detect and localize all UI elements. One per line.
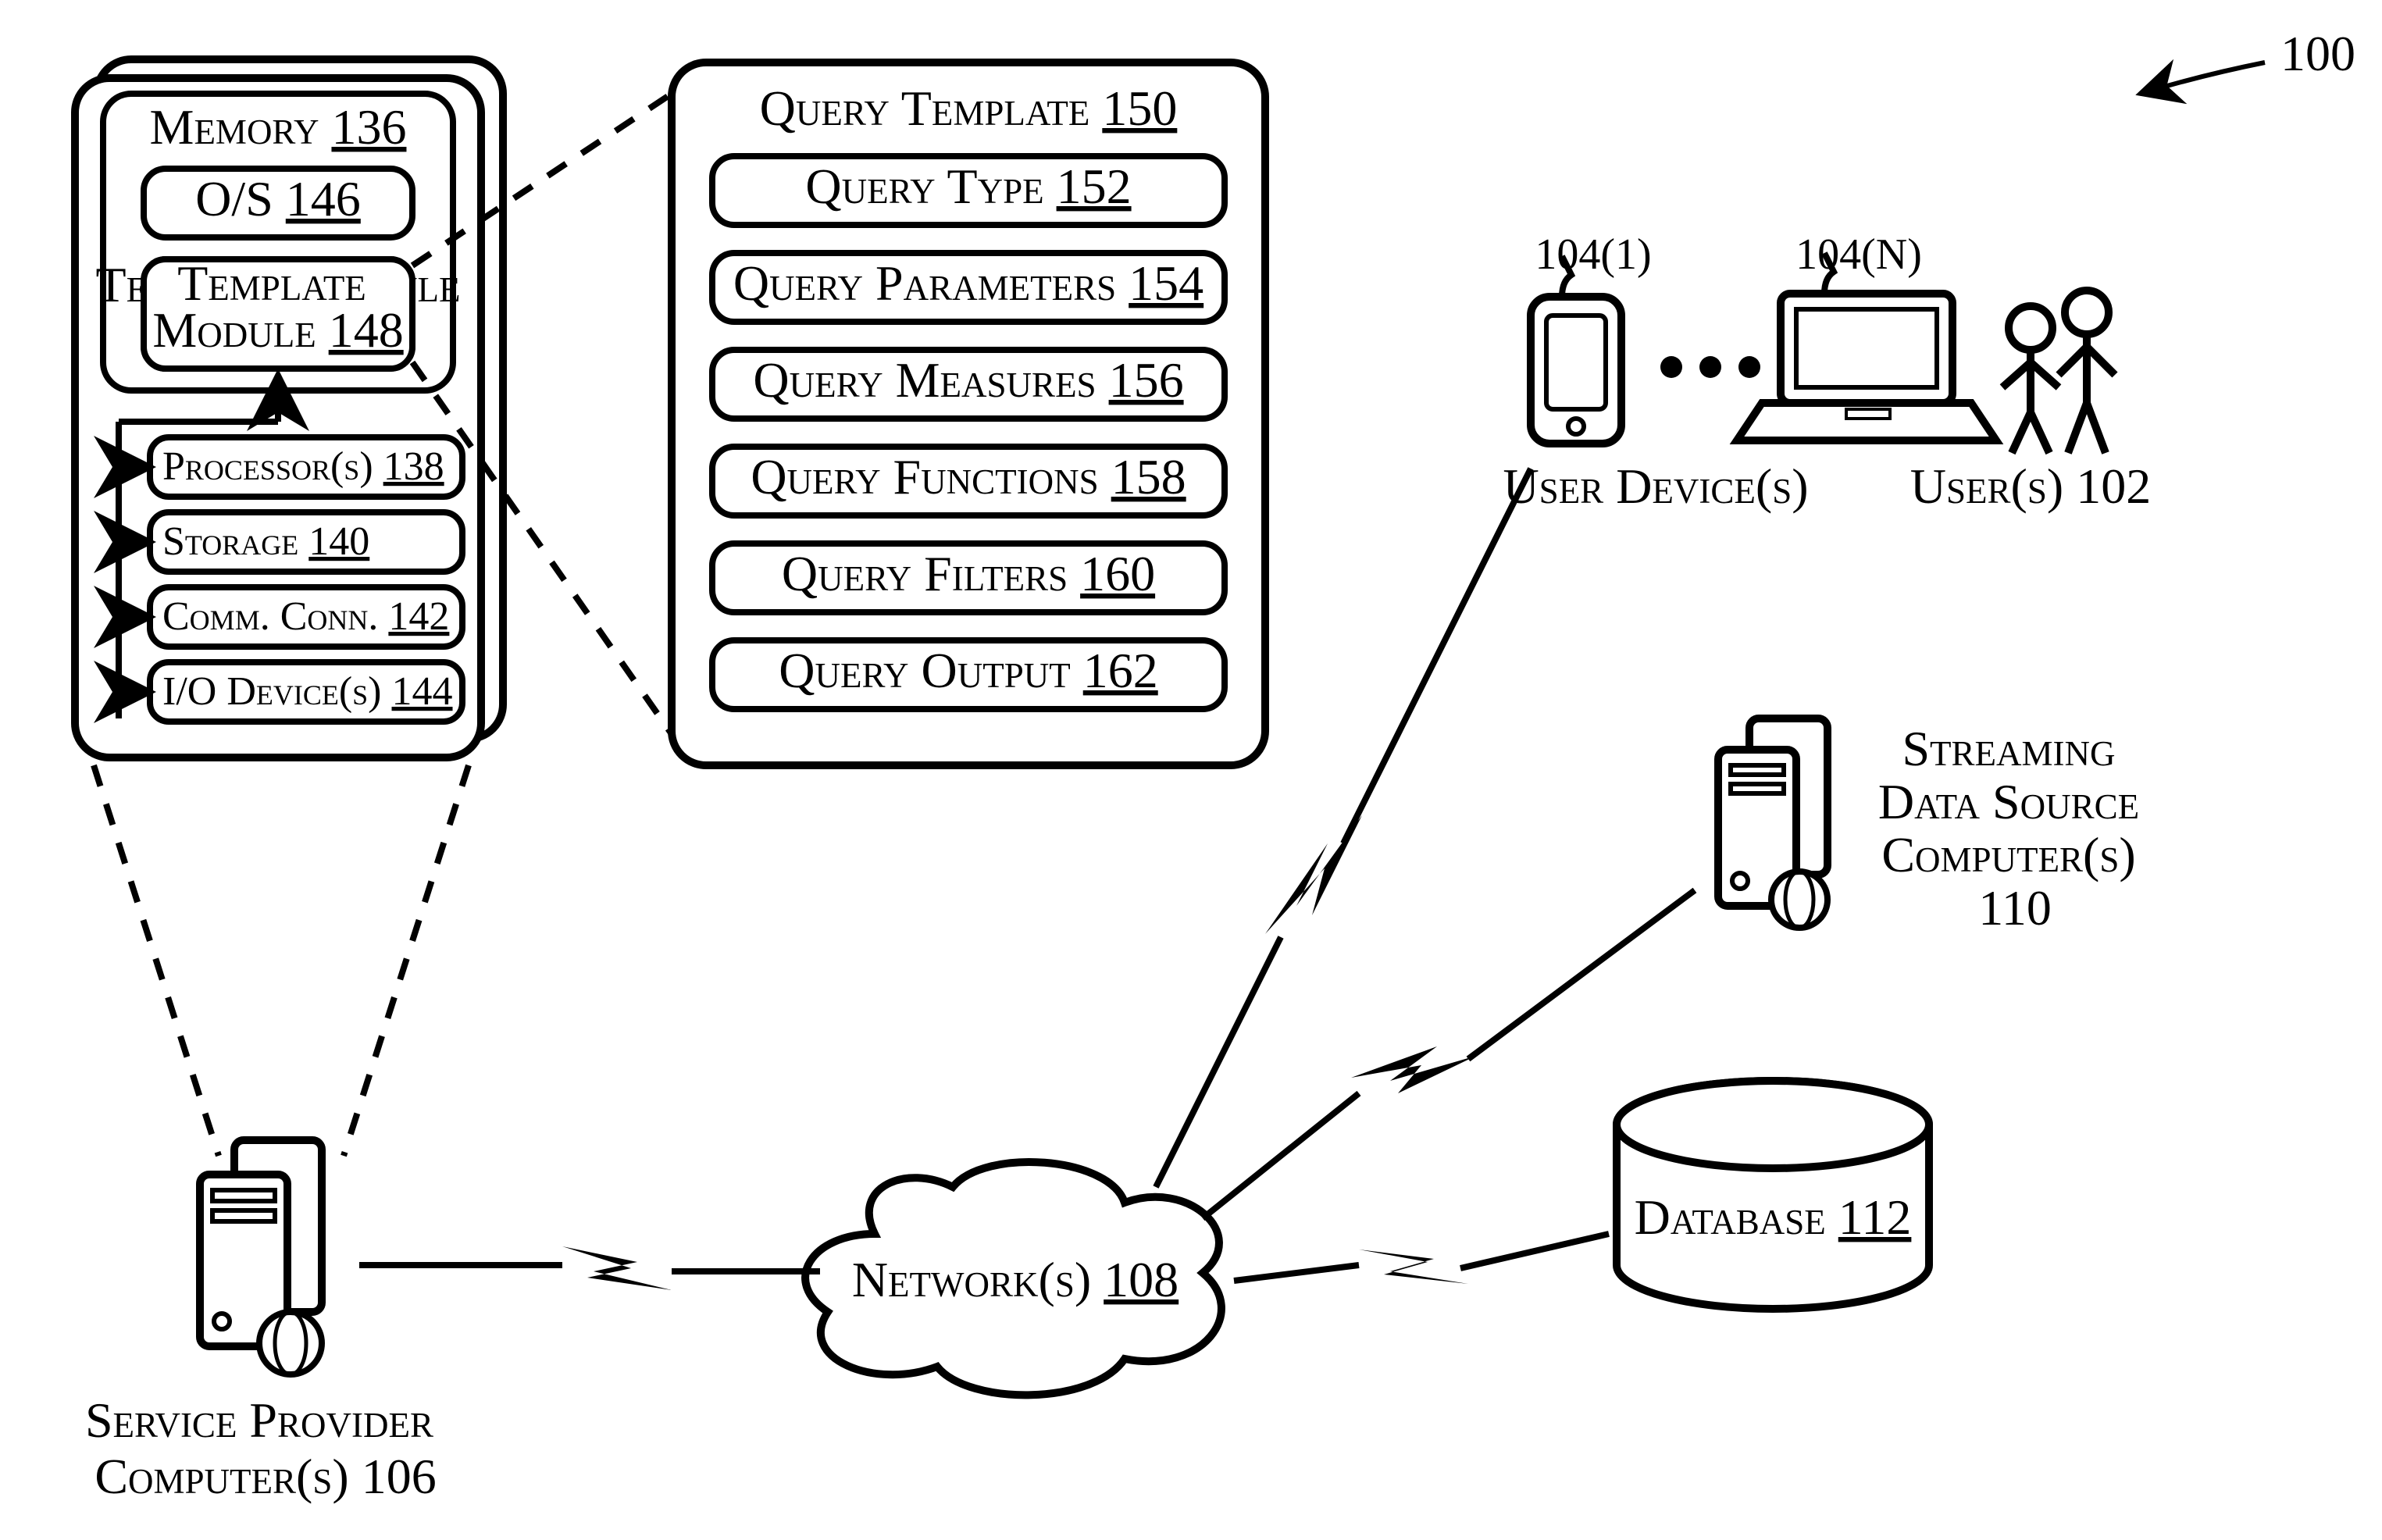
network-label: Network(s) 108	[852, 1252, 1179, 1307]
query-output-box: Query Output 162	[712, 640, 1225, 709]
query-template-title: Query Template 150	[760, 80, 1178, 136]
figure-ref-text: 100	[2280, 26, 2355, 81]
component-stack: Memory 136 O/S 146 Template Module Templ…	[75, 59, 503, 758]
storage-label: Storage 140	[162, 519, 369, 564]
svg-text:Query Measures 156: Query Measures 156	[753, 352, 1183, 408]
phone-icon	[1531, 256, 1621, 444]
users-icon	[2002, 291, 2115, 453]
bolt-service-to-network	[359, 1246, 820, 1290]
diagram-root: 100 Memory 136 O/S 146 Template Module	[0, 0, 2382, 1540]
svg-text:Template Module 148: Template Module 148	[152, 255, 403, 358]
service-provider-group: Service Provider Computer(s) 106	[85, 1140, 446, 1504]
svg-text:Query Output 162: Query Output 162	[779, 643, 1157, 698]
network-cloud: Network(s) 108	[805, 1162, 1221, 1395]
laptop-icon	[1737, 253, 1996, 440]
streaming-source-group: Streaming Data Source Computer(s) 110	[1718, 718, 2152, 936]
server-icon-streaming	[1718, 718, 1828, 928]
ellipsis-icon	[1660, 356, 1760, 378]
database-label: Database 112	[1635, 1189, 1912, 1245]
user-devices-group: 104(1) 104(N) User Device(s) User(s) 102	[1503, 230, 2151, 514]
service-provider-label: Service Provider Computer(s) 106	[85, 1392, 446, 1504]
svg-text:Query Parameters 154: Query Parameters 154	[733, 255, 1203, 311]
svg-text:Query Type 152: Query Type 152	[805, 159, 1131, 214]
svg-text:Query Functions 158: Query Functions 158	[751, 449, 1186, 504]
os-label: O/S 146	[195, 171, 361, 226]
server-icon-service-provider	[200, 1140, 322, 1374]
user-device-first-ref: 104(1)	[1535, 230, 1651, 279]
processors-label: Processor(s) 138	[162, 444, 444, 489]
bolt-network-to-database	[1234, 1234, 1609, 1284]
user-devices-label: User Device(s)	[1503, 458, 1808, 514]
query-functions-box: Query Functions 158	[712, 447, 1225, 515]
database-group: Database 112	[1617, 1081, 1929, 1309]
query-template-panel: Query Template 150 Query Type 152 Query …	[672, 62, 1265, 765]
memory-panel: Memory 136 O/S 146 Template Module Templ…	[96, 94, 461, 390]
figure-reference: 100	[2140, 26, 2355, 94]
dashed-connector-right	[344, 765, 469, 1156]
svg-text:Query Filters 160: Query Filters 160	[782, 546, 1155, 601]
streaming-source-label: Streaming Data Source Computer(s) 110	[1878, 721, 2152, 936]
user-device-last-ref: 104(N)	[1795, 230, 1922, 279]
dashed-connector-left	[94, 765, 219, 1156]
io-devices-label: I/O Device(s) 144	[162, 669, 453, 714]
query-measures-box: Query Measures 156	[712, 350, 1225, 419]
comm-conn-label: Comm. Conn. 142	[162, 594, 449, 639]
query-parameters-box: Query Parameters 154	[712, 253, 1225, 322]
query-type-box: Query Type 152	[712, 156, 1225, 225]
users-label: User(s) 102	[1910, 458, 2151, 514]
memory-label: Memory 136	[150, 99, 407, 155]
query-filters-box: Query Filters 160	[712, 544, 1225, 612]
